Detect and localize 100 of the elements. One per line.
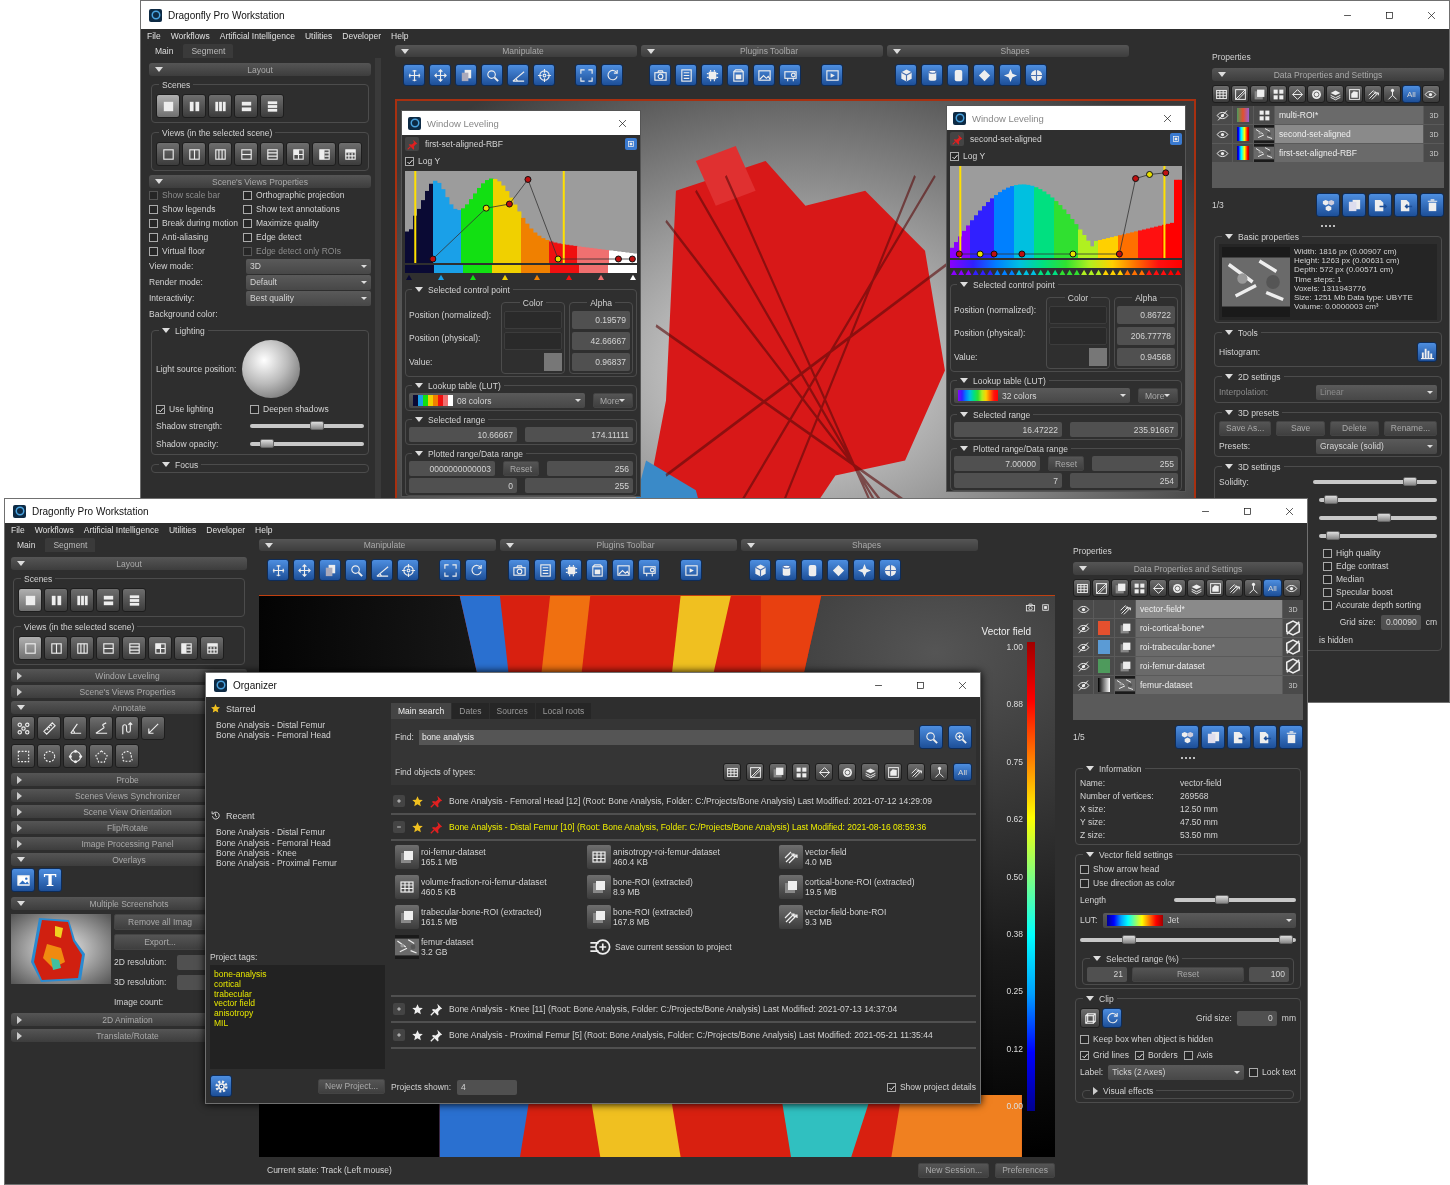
input-field[interactable]: 100 <box>1249 966 1289 982</box>
info-key: Number of vertices: <box>1080 791 1180 801</box>
checkbox-label: Use direction as color <box>1093 878 1175 888</box>
text-button[interactable]: Export... <box>114 934 206 950</box>
label: Histogram: <box>1219 346 1261 359</box>
menu-item[interactable]: Utilities <box>304 31 333 41</box>
checkbox-label: Maximize quality <box>256 218 319 228</box>
slider-label: Shadow opacity: <box>156 439 220 449</box>
field-label: Project tags: <box>210 952 259 962</box>
input-field[interactable]: 21 <box>1087 966 1127 982</box>
group-title: Views (in the selected scene) <box>24 621 135 632</box>
info-line: Time steps: 1 <box>1294 274 1343 284</box>
group-title: Tools <box>1238 327 1258 338</box>
toolbar-header[interactable]: Manipulate <box>395 45 637 57</box>
text-button[interactable]: Delete <box>1330 420 1379 436</box>
text-button[interactable]: Preferences <box>995 1162 1055 1178</box>
info-line: Height: 1263 px (0.00631 cm) <box>1294 256 1401 266</box>
toolbar-header[interactable]: Shapes <box>887 45 1129 57</box>
field-label: LUT: <box>1080 915 1098 925</box>
info-line: Size: 1251 Mb Data type: UBYTE <box>1294 292 1413 303</box>
group-title: Clip <box>1099 993 1114 1004</box>
section-header[interactable]: Layout <box>11 557 247 570</box>
group-title: Selected range (%) <box>1106 953 1179 964</box>
group-title: Information <box>1099 763 1142 774</box>
checkbox-label: Edge detect only ROIs <box>256 246 342 256</box>
menu-item[interactable]: Artificial Intelligence <box>83 525 159 535</box>
menu-item[interactable]: Help <box>391 31 409 41</box>
text-button[interactable]: Save <box>1276 420 1326 436</box>
tab[interactable]: Segment <box>45 538 96 552</box>
info-line: Volume: 0.0000003 cm³ <box>1294 302 1380 312</box>
label: Grid size: <box>1339 616 1376 629</box>
section-header[interactable]: Scene's Views Properties <box>149 175 371 188</box>
checkbox-label: Axis <box>1196 1050 1213 1060</box>
window-title: Dragonfly Pro Workstation <box>168 9 286 21</box>
group-title: Basic properties <box>1238 231 1299 242</box>
group-title: 3D settings <box>1238 461 1281 472</box>
data-item[interactable]: multi-ROI* <box>1275 106 1423 124</box>
field-label: Interactivity: <box>149 293 196 303</box>
info-value: 53.50 mm <box>1180 830 1219 840</box>
data-item[interactable]: second-set-aligned <box>1275 125 1423 143</box>
menu-item[interactable]: Workflows <box>170 31 210 41</box>
label: cm <box>1425 616 1437 629</box>
dropdown[interactable]: Grayscale (solid) <box>1316 438 1437 454</box>
section-header[interactable]: Layout <box>149 63 371 76</box>
menu-item[interactable]: Utilities <box>168 525 197 535</box>
info-value: vector-field <box>1180 778 1223 788</box>
item-counter: 1/3 <box>1212 200 1224 210</box>
group-title: Visual effects <box>1103 1085 1154 1096</box>
data-item[interactable]: first-set-aligned-RBF <box>1275 144 1423 162</box>
menu-item[interactable]: Workflows <box>34 525 74 535</box>
text-button[interactable]: Reset <box>1132 966 1244 982</box>
slider-label: Length <box>1080 895 1107 905</box>
input-field[interactable]: 0 <box>1236 1010 1277 1026</box>
group-title: Views (in the selected scene) <box>162 127 273 138</box>
toolbar-header[interactable]: Plugins Toolbar <box>641 45 883 57</box>
checkbox-label: Show arrow head <box>1093 864 1160 874</box>
section-header[interactable]: Data Properties and Settings <box>1212 68 1444 81</box>
text-button[interactable]: New Session... <box>918 1162 990 1178</box>
checkbox-label: Show text annotations <box>256 204 340 214</box>
checkbox-label: Borders <box>1147 1050 1178 1060</box>
text-button[interactable]: Remove all Imag <box>114 914 206 930</box>
menu-item[interactable]: File <box>11 525 25 535</box>
checkbox-label: Edge contrast <box>1336 561 1389 571</box>
checkbox-label: Anti-aliasing <box>162 232 209 242</box>
dropdown[interactable]: Jet <box>1103 912 1296 928</box>
field-label: 3D resolution: <box>114 977 168 987</box>
dropdown[interactable]: Best quality <box>246 290 371 306</box>
group-title: 3D presets <box>1238 407 1280 418</box>
checkbox-label: Deepen shadows <box>263 404 329 414</box>
menu-item[interactable]: Help <box>255 525 273 535</box>
checkbox-label: Show legends <box>162 204 216 214</box>
label: Background color: <box>149 308 218 321</box>
checkbox-label: Edge detect <box>256 232 302 242</box>
info-key: Name: <box>1080 778 1180 788</box>
checkbox-label: Virtual floor <box>162 246 205 256</box>
text-overlay-button[interactable]: T <box>38 868 62 892</box>
menu-item[interactable]: Developer <box>206 525 246 535</box>
checkbox-label: Break during motion <box>162 218 239 228</box>
all-types-button[interactable]: All <box>1402 85 1421 103</box>
checkbox-label: Grid lines <box>1093 1050 1129 1060</box>
status-text: Current state: Track (Left mouse) <box>267 1164 393 1177</box>
checkbox-label: Show scale bar <box>162 190 221 200</box>
menu-item[interactable]: File <box>147 31 161 41</box>
item-counter: 1/5 <box>1073 732 1085 742</box>
dropdown[interactable]: 3D <box>246 258 371 274</box>
text-button[interactable]: Rename... <box>1383 420 1437 436</box>
dropdown[interactable]: Default <box>246 274 371 290</box>
tab[interactable]: Segment <box>183 44 234 58</box>
label: Image count: <box>114 996 164 1009</box>
menu-item[interactable]: Artificial Intelligence <box>219 31 295 41</box>
checkbox-label: High quality <box>1336 548 1381 558</box>
slider-label: Shadow strength: <box>156 421 224 431</box>
label: Label: <box>1080 1066 1104 1079</box>
menu-item[interactable]: Developer <box>342 31 382 41</box>
all-types-button[interactable]: All <box>1263 579 1282 597</box>
dropdown[interactable]: Ticks (2 Axes) <box>1108 1064 1244 1080</box>
input-field[interactable]: 0.00090 <box>1380 614 1421 630</box>
text-button[interactable]: Save As... <box>1219 420 1272 436</box>
group-title: Vector field settings <box>1099 849 1173 860</box>
group-title: Lighting <box>175 325 205 336</box>
